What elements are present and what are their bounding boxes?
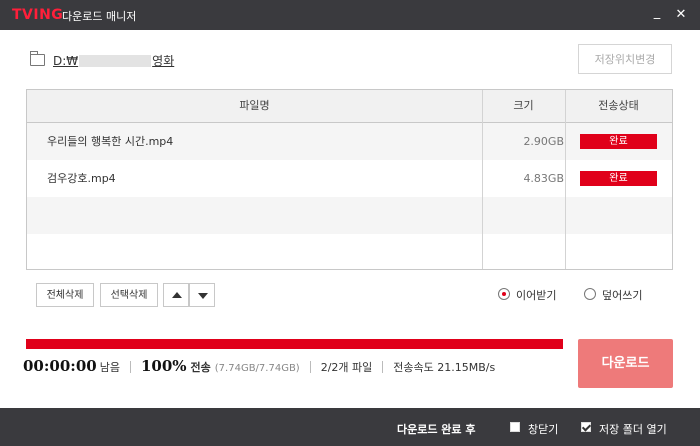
header-size[interactable]: 크기 xyxy=(482,90,565,122)
status-badge: 완료 xyxy=(580,134,657,149)
save-path[interactable]: D:₩ 영화 xyxy=(53,52,174,69)
progress-percent: 100% xyxy=(140,357,187,375)
open-folder-label: 저장 폴더 열기 xyxy=(599,423,667,436)
file-size: 4.83GB xyxy=(523,172,564,185)
footer-bar: 다운로드 완료 후 창닫기 저장 폴더 열기 xyxy=(0,408,700,446)
transfer-label: 전송 xyxy=(190,361,211,374)
minimize-icon[interactable]: _ xyxy=(648,4,666,22)
arrow-up-icon xyxy=(172,292,182,298)
save-path-row: D:₩ 영화 xyxy=(30,50,174,70)
transfer-stats: 00:00:00 남음 100% 전송 (7.74GB/7.74GB) 2/2개… xyxy=(23,357,495,377)
open-folder-checkbox[interactable] xyxy=(581,422,591,432)
resume-radio[interactable] xyxy=(498,288,510,300)
resume-label: 이어받기 xyxy=(516,289,557,302)
delete-all-button[interactable]: 전체삭제 xyxy=(36,283,94,307)
delete-selected-button[interactable]: 선택삭제 xyxy=(100,283,158,307)
divider xyxy=(382,361,384,373)
file-name: 우리들의 행복한 시간.mp4 xyxy=(47,135,174,148)
remaining-label: 남음 xyxy=(99,361,120,374)
remaining-time: 00:00:00 xyxy=(23,357,97,375)
transfer-amount: (7.74GB/7.74GB) xyxy=(214,363,300,374)
column-divider xyxy=(565,90,566,269)
close-icon[interactable]: ✕ xyxy=(672,6,690,24)
header-filename[interactable]: 파일명 xyxy=(27,90,482,122)
overwrite-label: 덮어쓰기 xyxy=(602,289,643,302)
table-row[interactable]: 검우강호.mp4 4.83GB 완료 xyxy=(27,160,672,197)
divider xyxy=(129,361,131,373)
table-row[interactable]: 우리들의 행복한 시간.mp4 2.90GB 완료 xyxy=(27,123,672,160)
redacted-path-segment xyxy=(79,55,152,67)
header-status[interactable]: 전송상태 xyxy=(565,90,672,122)
transfer-speed: 전송속도 21.15MB/s xyxy=(393,361,496,374)
file-count: 2/2개 파일 xyxy=(320,361,373,374)
divider xyxy=(309,361,311,373)
progress-bar xyxy=(26,339,563,349)
table-row-empty xyxy=(27,197,672,234)
title-bar: TVING 다운로드 매니저 _ ✕ xyxy=(0,0,700,30)
close-window-label: 창닫기 xyxy=(528,423,559,436)
move-up-button[interactable] xyxy=(163,283,189,307)
folder-icon xyxy=(30,51,45,66)
file-size: 2.90GB xyxy=(523,135,564,148)
arrow-down-icon xyxy=(198,293,208,299)
move-down-button[interactable] xyxy=(189,283,215,307)
status-badge: 완료 xyxy=(580,171,657,186)
overwrite-radio[interactable] xyxy=(584,288,596,300)
table-row-empty xyxy=(27,234,672,269)
change-location-button[interactable]: 저장위치변경 xyxy=(578,44,672,74)
file-table: 파일명 크기 전송상태 우리들의 행복한 시간.mp4 2.90GB 완료 검우… xyxy=(26,89,673,270)
after-download-label: 다운로드 완료 후 xyxy=(397,423,476,436)
window-title: 다운로드 매니저 xyxy=(62,10,137,23)
column-divider xyxy=(482,90,483,269)
file-name: 검우강호.mp4 xyxy=(47,172,116,185)
download-button[interactable]: 다운로드 xyxy=(578,339,673,388)
table-header: 파일명 크기 전송상태 xyxy=(27,90,672,123)
close-window-checkbox[interactable] xyxy=(510,422,520,432)
brand-logo: TVING xyxy=(12,7,64,23)
